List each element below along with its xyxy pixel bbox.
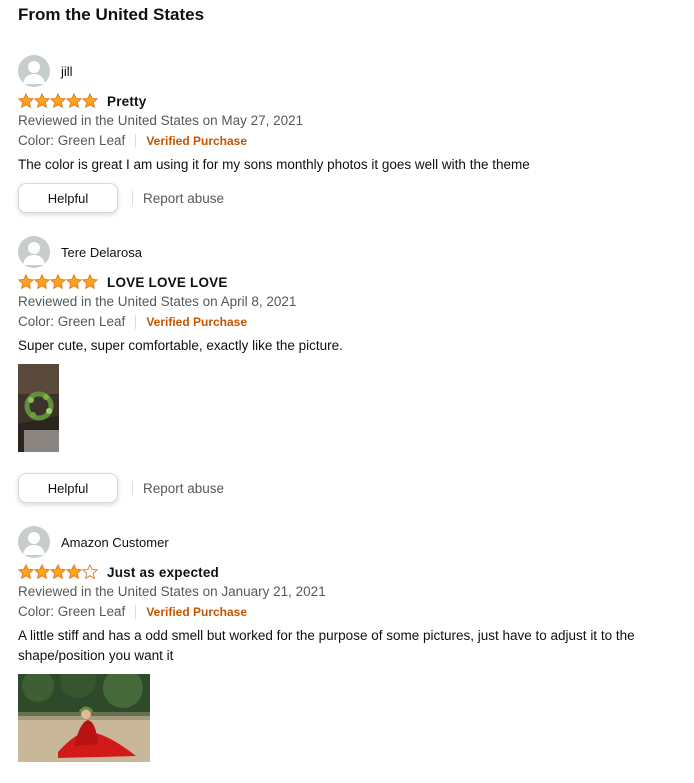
verified-purchase-badge: Verified Purchase <box>146 315 248 329</box>
avatar <box>18 236 50 268</box>
review-date: Reviewed in the United States on January… <box>18 584 326 599</box>
reviewer-profile[interactable]: Tere Delarosa <box>18 236 694 268</box>
report-abuse-link[interactable]: Report abuse <box>143 481 224 496</box>
reviews-section: From the United States jill Pretty Revie… <box>0 0 694 762</box>
star-rating[interactable] <box>18 274 98 290</box>
star-filled-icon <box>66 93 82 109</box>
star-filled-icon <box>34 564 50 580</box>
review-image-thumbnail[interactable] <box>18 674 150 762</box>
report-abuse-link[interactable]: Report abuse <box>143 191 224 206</box>
star-filled-icon <box>18 93 34 109</box>
product-variant[interactable]: Color: Green Leaf <box>18 312 125 332</box>
product-variant[interactable]: Color: Green Leaf <box>18 131 125 151</box>
review-title[interactable]: Pretty <box>107 94 146 109</box>
reviewer-profile[interactable]: Amazon Customer <box>18 526 694 558</box>
star-filled-icon <box>50 564 66 580</box>
helpful-button[interactable]: Helpful <box>18 183 118 213</box>
meta-divider <box>135 605 137 619</box>
star-filled-icon <box>34 274 50 290</box>
review-2: Tere Delarosa LOVE LOVE LOVE Reviewed in… <box>18 236 694 503</box>
star-filled-icon <box>34 93 50 109</box>
reviewer-name: Tere Delarosa <box>61 244 142 260</box>
meta-divider <box>135 315 137 329</box>
star-filled-icon <box>66 564 82 580</box>
avatar <box>18 55 50 87</box>
reviewer-name: jill <box>61 63 73 79</box>
star-filled-icon <box>50 93 66 109</box>
star-filled-icon <box>82 274 98 290</box>
star-rating[interactable] <box>18 93 98 109</box>
star-rating[interactable] <box>18 564 98 580</box>
verified-purchase-badge: Verified Purchase <box>146 605 248 619</box>
reviewer-name: Amazon Customer <box>61 534 169 550</box>
helpful-button[interactable]: Helpful <box>18 473 118 503</box>
avatar <box>18 526 50 558</box>
review-body: Super cute, super comfortable, exactly l… <box>18 338 343 353</box>
review-body: The color is great I am using it for my … <box>18 157 530 172</box>
star-filled-icon <box>18 564 34 580</box>
meta-divider <box>135 134 137 148</box>
verified-purchase-badge: Verified Purchase <box>146 134 248 148</box>
action-divider <box>132 191 133 205</box>
star-filled-icon <box>66 274 82 290</box>
review-title[interactable]: Just as expected <box>107 565 219 580</box>
star-empty-icon <box>82 564 98 580</box>
star-filled-icon <box>82 93 98 109</box>
star-filled-icon <box>18 274 34 290</box>
review-date: Reviewed in the United States on May 27,… <box>18 113 304 128</box>
review-1: jill Pretty Reviewed in the United State… <box>18 55 694 213</box>
review-image-thumbnail[interactable] <box>18 364 59 452</box>
review-3: Amazon Customer Just as expected Reviewe… <box>18 526 694 762</box>
section-title: From the United States <box>18 5 205 24</box>
product-variant[interactable]: Color: Green Leaf <box>18 602 125 622</box>
star-filled-icon <box>50 274 66 290</box>
action-divider <box>132 481 133 495</box>
review-body: A little stiff and has a odd smell but w… <box>18 628 635 663</box>
review-date: Reviewed in the United States on April 8… <box>18 294 297 309</box>
reviewer-profile[interactable]: jill <box>18 55 694 87</box>
review-title[interactable]: LOVE LOVE LOVE <box>107 275 228 290</box>
